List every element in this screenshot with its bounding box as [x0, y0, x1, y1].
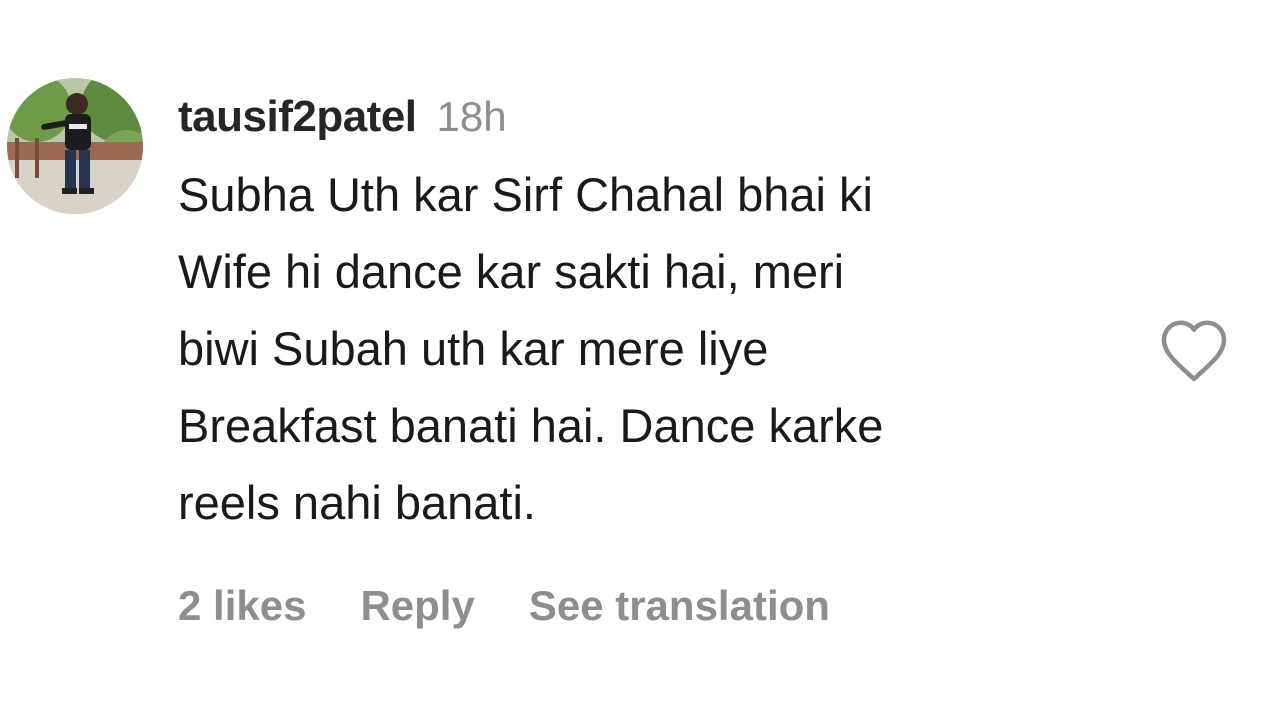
timestamp[interactable]: 18h: [437, 93, 507, 141]
comment-actions: 2 likes Reply See translation: [178, 582, 884, 630]
heart-outline-icon: [1161, 320, 1227, 382]
comment-body: tausif2patel 18h Subha Uth kar Sirf Chah…: [178, 92, 1078, 541]
reply-button[interactable]: Reply: [360, 582, 474, 630]
avatar[interactable]: [7, 78, 143, 214]
comment-header: tausif2patel 18h: [178, 92, 1078, 150]
username-link[interactable]: tausif2patel: [178, 92, 417, 142]
likes-count[interactable]: 2 likes: [178, 582, 306, 630]
comment-item: tausif2patel 18h Subha Uth kar Sirf Chah…: [0, 0, 1280, 720]
avatar-photo: [7, 78, 143, 214]
like-button[interactable]: [1158, 318, 1230, 384]
see-translation-button[interactable]: See translation: [529, 582, 830, 630]
comment-text: Subha Uth kar Sirf Chahal bhai ki Wife h…: [178, 168, 884, 529]
